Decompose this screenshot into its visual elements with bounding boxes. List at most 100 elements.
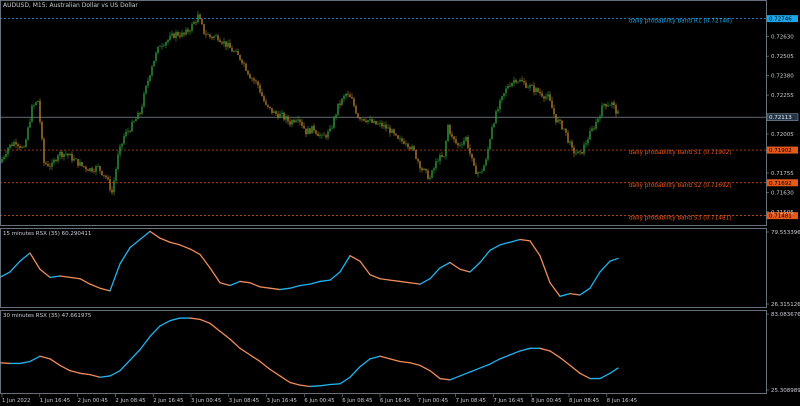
rsx-tick-label: 25.308989 (771, 388, 800, 394)
candle-body (35, 102, 37, 106)
candle-body (467, 137, 469, 148)
candle-body (147, 80, 149, 86)
rsx-segment (0, 362, 11, 365)
candle-body (71, 153, 73, 161)
candle-body (341, 98, 343, 105)
candle-body (235, 51, 237, 52)
candle-body (19, 146, 21, 148)
candle-body (371, 119, 373, 123)
candle-body (121, 143, 123, 147)
price-tick-label: 0.72005 (771, 132, 794, 138)
trading-chart[interactable]: 0.72630 0.72505 0.72380 0.72255 0.72005 0.717… (0, 0, 800, 406)
candle-body (327, 131, 329, 138)
candle-body (271, 108, 273, 113)
candle-body (221, 42, 223, 44)
candle-body (31, 105, 33, 122)
candle-body (5, 154, 7, 157)
candle-body (17, 144, 19, 147)
candle-body (459, 145, 461, 146)
candle-body (151, 66, 153, 76)
candle-body (187, 29, 189, 32)
candle-body (595, 122, 597, 129)
candle-body (381, 123, 383, 127)
candle-body (419, 161, 421, 169)
x-tick-label: 6 Jun 00:45 (304, 398, 334, 404)
candle-body (67, 153, 69, 156)
candle-body (191, 24, 193, 31)
candle-body (495, 111, 497, 124)
candle-body (123, 135, 125, 144)
candle-body (385, 124, 387, 129)
candle-body (323, 134, 325, 136)
candle-body (345, 93, 347, 97)
candle-body (33, 105, 35, 106)
candle-body (57, 155, 59, 161)
candle-body (247, 70, 249, 75)
x-tick-label: 1 Jun 2022 (2, 398, 31, 404)
candle-body (179, 35, 181, 37)
candle-body (231, 47, 233, 52)
candle-body (579, 151, 581, 153)
candle-body (525, 82, 527, 88)
candle-body (83, 165, 85, 167)
candle-body (399, 138, 401, 140)
candle-body (209, 34, 211, 37)
candle-body (423, 168, 425, 171)
candle-body (603, 103, 605, 106)
candle-body (565, 128, 567, 133)
candle-body (201, 19, 203, 25)
candle-body (609, 105, 611, 106)
candle-body (465, 137, 467, 141)
candle-body (281, 112, 283, 114)
candle-body (367, 120, 369, 123)
candle-body (213, 36, 215, 39)
candle-body (119, 146, 121, 155)
candle-body (73, 158, 75, 161)
candle-body (203, 24, 205, 34)
candle-body (311, 125, 313, 134)
candle-body (555, 114, 557, 123)
candle-body (321, 134, 323, 136)
candle-body (279, 113, 281, 118)
candle-body (547, 94, 549, 97)
candle-body (205, 33, 207, 35)
candle-body (599, 116, 601, 119)
candle-body (307, 128, 309, 135)
candle-body (593, 128, 595, 130)
candle-body (557, 119, 559, 123)
candle-body (69, 153, 71, 156)
candle-body (597, 118, 599, 123)
candle-body (47, 163, 49, 167)
candle-body (401, 138, 403, 142)
candle-body (523, 81, 525, 83)
candle-body (225, 41, 227, 47)
candle-body (469, 147, 471, 154)
candle-body (263, 96, 265, 102)
candle-body (27, 127, 29, 140)
candle-body (543, 96, 545, 99)
candle-body (55, 160, 57, 161)
candle-body (435, 161, 437, 169)
x-tick-label: 6 Jun 08:45 (342, 398, 372, 404)
candle-body (277, 113, 279, 118)
candle-body (413, 146, 415, 151)
candle-body (389, 127, 391, 133)
candle-body (431, 170, 433, 178)
x-tick-label: 7 Jun 16:45 (493, 398, 523, 404)
band-price-tag-label: 0.71902 (769, 148, 792, 154)
candle-body (551, 100, 553, 109)
candle-body (173, 33, 175, 39)
candle-body (451, 134, 453, 137)
candle-body (313, 125, 315, 131)
x-tick-label: 2 Jun 16:45 (153, 398, 183, 404)
candle-body (289, 121, 291, 125)
candle-body (489, 139, 491, 150)
candle-body (499, 100, 501, 110)
candle-body (91, 168, 93, 172)
chart-title: AUDUSD, M15: Australian Dollar vs US Dol… (3, 2, 138, 9)
candle-body (265, 101, 267, 105)
candle-body (255, 80, 257, 82)
candle-body (315, 130, 317, 134)
candle-body (325, 135, 327, 138)
candle-body (149, 75, 151, 81)
